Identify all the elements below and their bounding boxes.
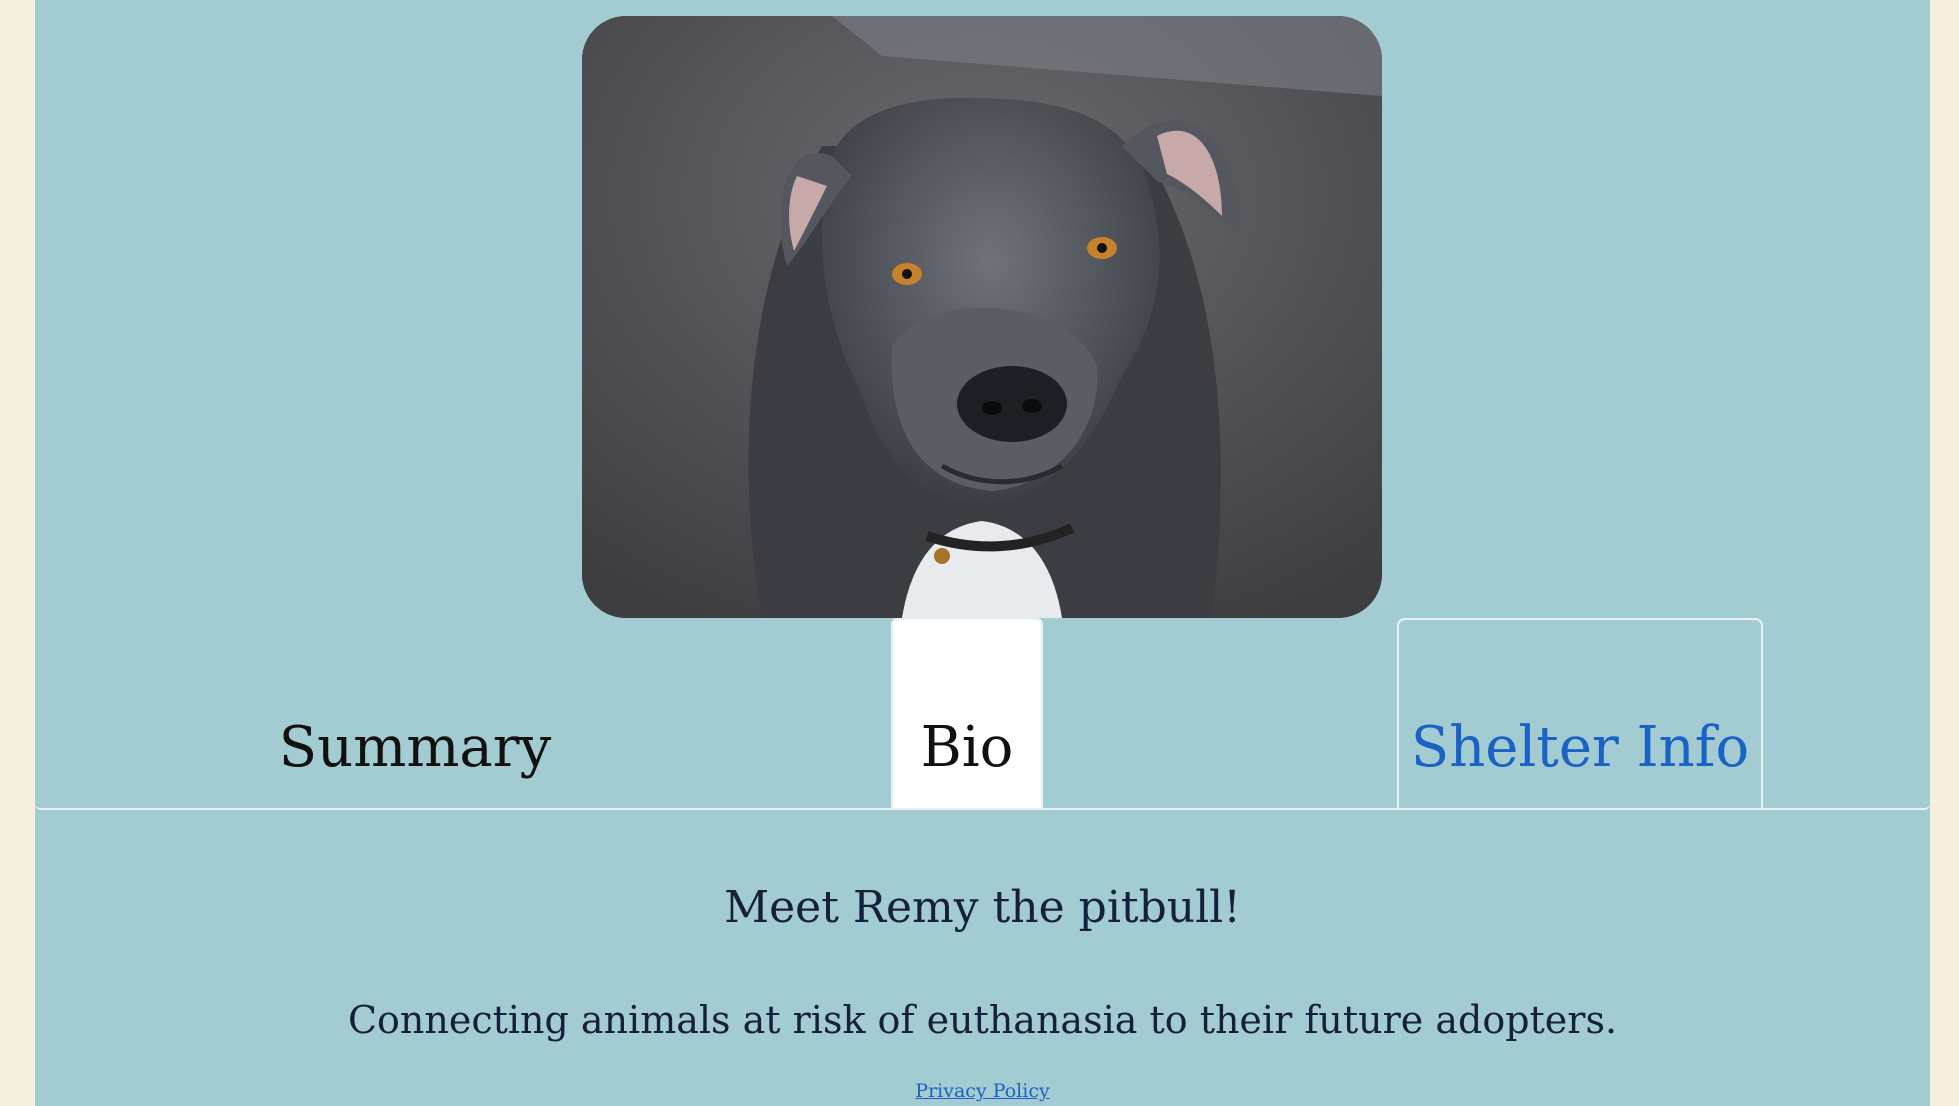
tab-shelter-info[interactable]: Shelter Info [1397, 618, 1763, 808]
privacy-policy-link[interactable]: Privacy Policy [915, 1080, 1049, 1102]
tab-bio[interactable]: Bio [891, 618, 1043, 808]
tab-summary[interactable]: Summary [225, 618, 605, 808]
tab-bar: Summary Bio Shelter Info [35, 618, 1930, 810]
dog-image [582, 16, 1382, 618]
pet-headline: Meet Remy the pitbull! [724, 882, 1241, 933]
mission-tagline: Connecting animals at risk of euthanasia… [347, 998, 1618, 1042]
footer: Privacy Policy [35, 1080, 1930, 1102]
content-panel: Summary Bio Shelter Info Meet Remy the p… [35, 0, 1930, 1106]
tab-shelter-info-label: Shelter Info [1410, 715, 1750, 780]
tab-summary-label: Summary [278, 715, 552, 780]
pet-photo [582, 16, 1382, 618]
tab-bio-label: Bio [920, 715, 1014, 780]
